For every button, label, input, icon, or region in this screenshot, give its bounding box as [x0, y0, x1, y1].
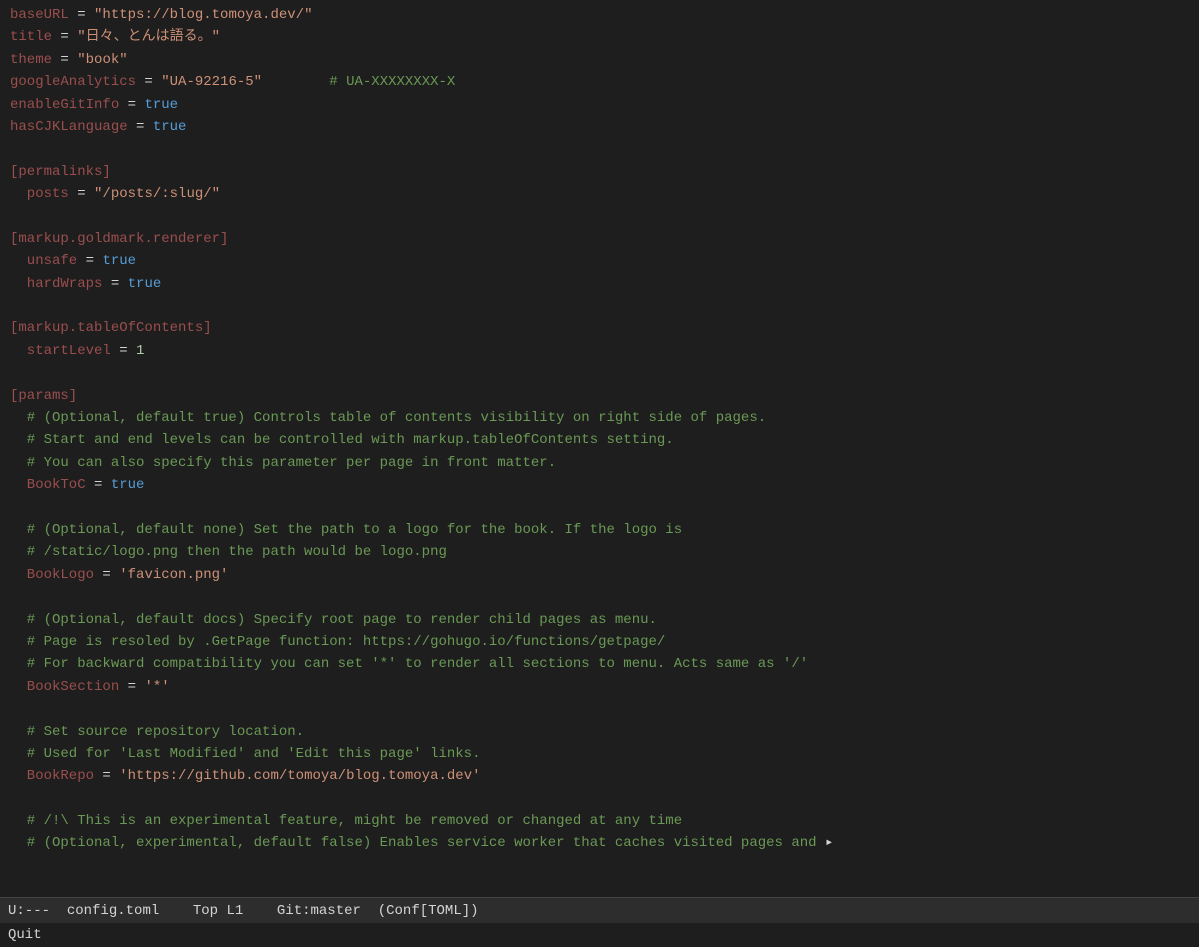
code-line: startLevel = 1: [10, 340, 1199, 362]
status-filetype: (Conf[TOML]): [378, 903, 479, 919]
code-line: [10, 497, 1199, 519]
status-spacer2: [159, 903, 193, 919]
command-text: Quit: [8, 927, 42, 943]
code-line: # (Optional, default none) Set the path …: [10, 519, 1199, 541]
code-line: hasCJKLanguage = true: [10, 116, 1199, 138]
editor-area: baseURL = "https://blog.tomoya.dev/"titl…: [0, 0, 1199, 897]
status-spacer3: [243, 903, 277, 919]
code-line: posts = "/posts/:slug/": [10, 183, 1199, 205]
code-line: BookRepo = 'https://github.com/tomoya/bl…: [10, 765, 1199, 787]
code-line: googleAnalytics = "UA-92216-5" # UA-XXXX…: [10, 71, 1199, 93]
code-line: [10, 586, 1199, 608]
status-vcs: Git:master: [277, 903, 361, 919]
code-line: # (Optional, default docs) Specify root …: [10, 609, 1199, 631]
code-line: # (Optional, default true) Controls tabl…: [10, 407, 1199, 429]
code-line: [10, 698, 1199, 720]
code-line: baseURL = "https://blog.tomoya.dev/": [10, 4, 1199, 26]
code-line: [10, 788, 1199, 810]
code-line: [permalinks]: [10, 161, 1199, 183]
code-line: [10, 138, 1199, 160]
code-line: # Set source repository location.: [10, 721, 1199, 743]
code-line: title = "日々、とんは語る。": [10, 26, 1199, 48]
code-line: [params]: [10, 385, 1199, 407]
code-line: unsafe = true: [10, 250, 1199, 272]
code-line: # Page is resoled by .GetPage function: …: [10, 631, 1199, 653]
code-line: # (Optional, experimental, default false…: [10, 832, 1199, 854]
code-line: [10, 295, 1199, 317]
code-line: [markup.goldmark.renderer]: [10, 228, 1199, 250]
code-editor[interactable]: baseURL = "https://blog.tomoya.dev/"titl…: [0, 0, 1199, 859]
code-line: BookLogo = 'favicon.png': [10, 564, 1199, 586]
code-line: # Start and end levels can be controlled…: [10, 429, 1199, 451]
status-filename: config.toml: [67, 903, 159, 919]
status-bar: U:--- config.toml Top L1 Git:master (Con…: [0, 897, 1199, 923]
code-line: # For backward compatibility you can set…: [10, 653, 1199, 675]
code-line: [10, 362, 1199, 384]
code-line: BookToC = true: [10, 474, 1199, 496]
code-line: enableGitInfo = true: [10, 94, 1199, 116]
code-line: # /static/logo.png then the path would b…: [10, 541, 1199, 563]
code-line: # Used for 'Last Modified' and 'Edit thi…: [10, 743, 1199, 765]
status-spacer4: [361, 903, 378, 919]
status-spacer: [50, 903, 67, 919]
code-line: [10, 206, 1199, 228]
code-line: [markup.tableOfContents]: [10, 317, 1199, 339]
code-line: # /!\ This is an experimental feature, m…: [10, 810, 1199, 832]
code-line: BookSection = '*': [10, 676, 1199, 698]
code-line: # You can also specify this parameter pe…: [10, 452, 1199, 474]
status-position: Top L1: [193, 903, 243, 919]
code-line: hardWraps = true: [10, 273, 1199, 295]
code-line: theme = "book": [10, 49, 1199, 71]
command-line: Quit: [0, 923, 1199, 947]
status-mode: U:---: [8, 903, 50, 919]
